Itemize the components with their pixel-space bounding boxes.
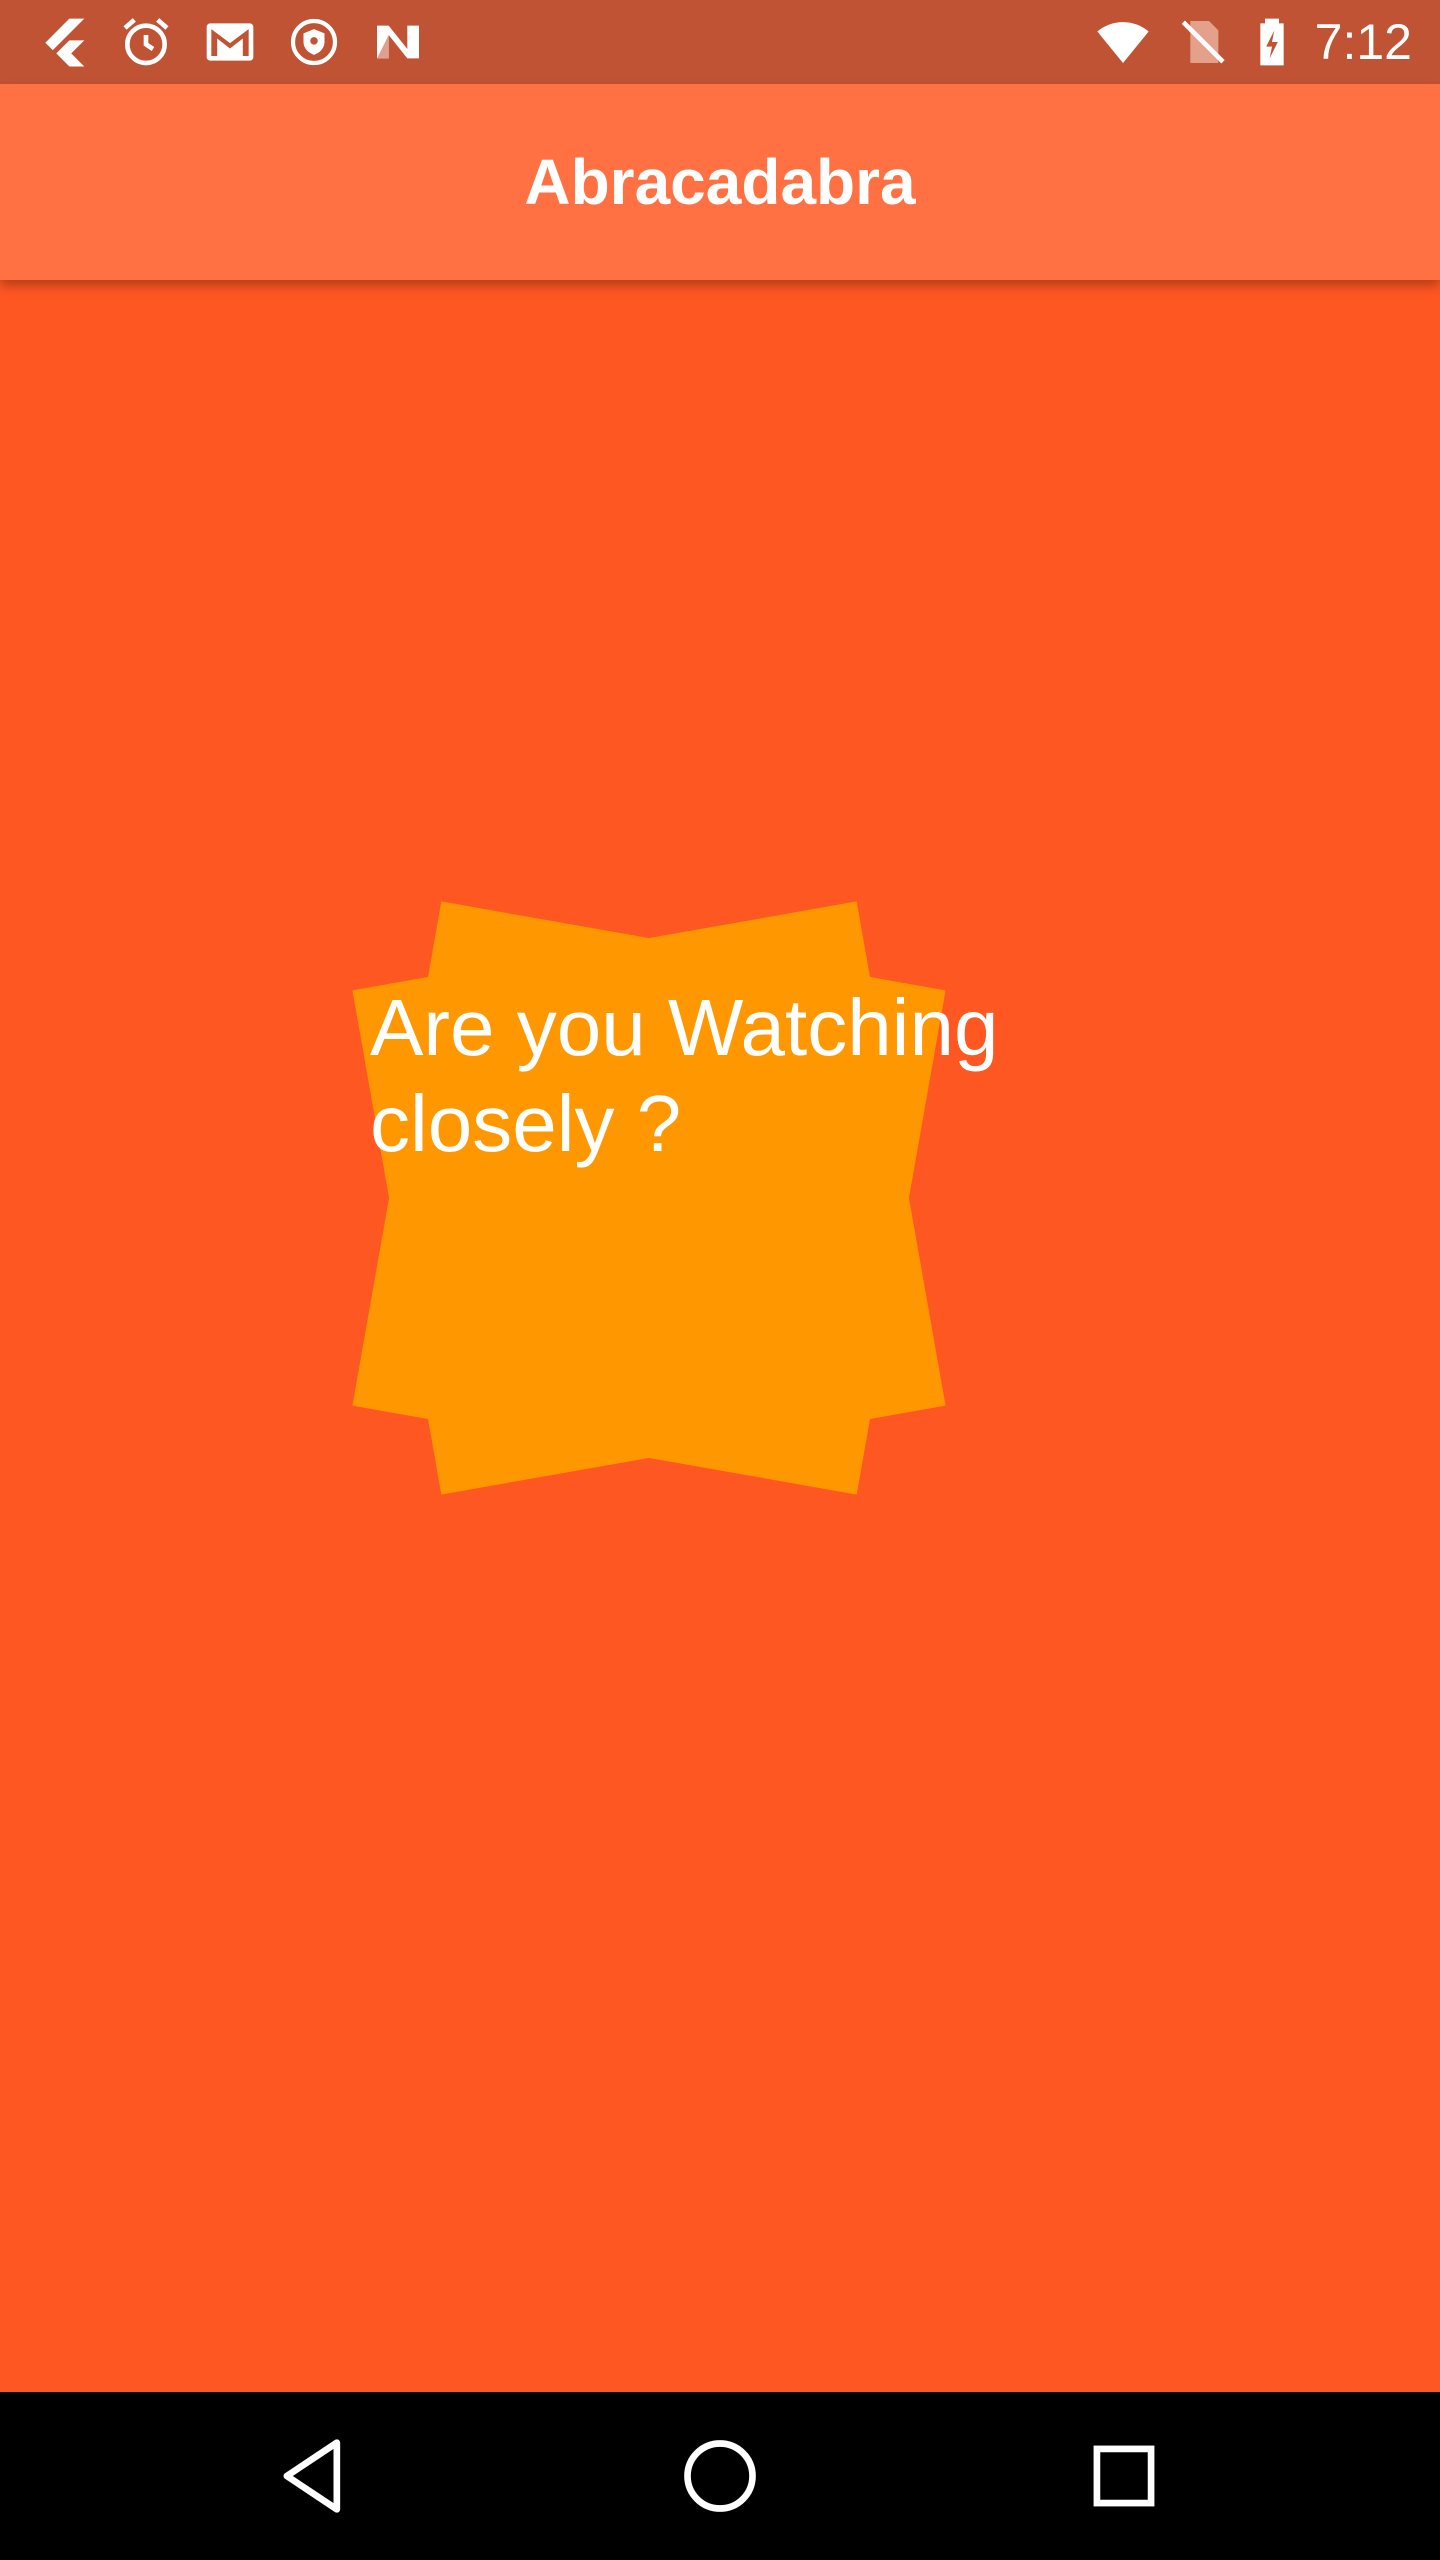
home-icon[interactable] [670,2426,770,2526]
vpn-shield-icon [290,18,338,66]
gmail-icon [206,23,254,61]
back-icon[interactable] [266,2426,366,2526]
magic-message-line2: closely ? [370,1079,682,1168]
n-logo-icon [377,25,419,59]
no-sim-icon [1181,20,1225,64]
wifi-icon [1097,22,1149,63]
flutter-icon [45,18,85,67]
status-bar: 7:12 [0,0,1440,84]
app-bar: Abracadabra [0,84,1440,280]
status-time: 7:12 [1314,14,1412,70]
page-title: Abracadabra [524,146,916,218]
magic-message: Are you Watching closely ? [370,980,1130,1172]
content-area: Are you Watching closely ? [0,280,1440,2392]
recents-icon[interactable] [1074,2426,1174,2526]
magic-message-line1: Are you Watching [370,983,999,1072]
battery-charging-icon [1260,18,1284,66]
alarm-clock-icon [123,18,169,66]
navigation-bar [0,2392,1440,2560]
